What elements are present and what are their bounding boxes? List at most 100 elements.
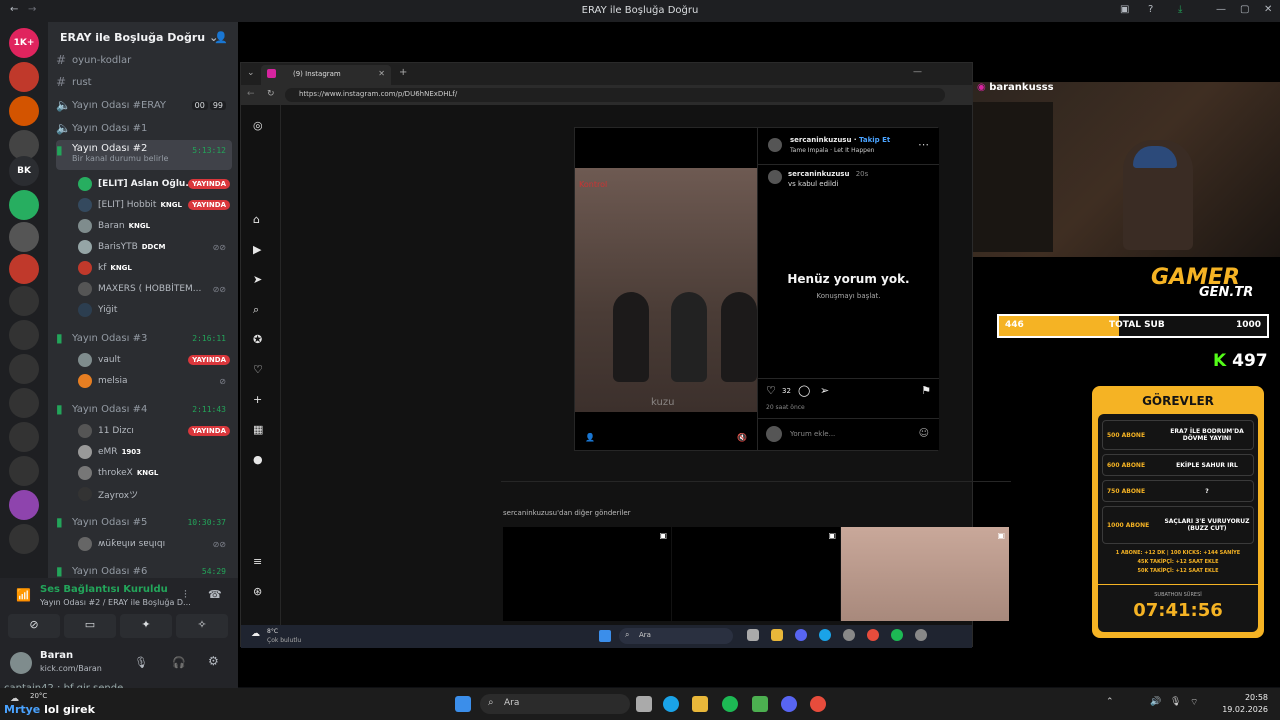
server-icon[interactable]: 1K+: [9, 28, 39, 58]
channel-yayin-4[interactable]: ▮ Yayın Odası #4 2:11:43: [56, 399, 232, 419]
mute-icon[interactable]: 🔇: [737, 433, 747, 442]
like-icon[interactable]: ♡: [766, 384, 776, 397]
server-folder-icon[interactable]: [9, 490, 39, 520]
folder-icon[interactable]: [771, 629, 783, 641]
screenshare-button[interactable]: ▭: [64, 614, 116, 638]
voice-room[interactable]: Yayın Odası #2 / ERAY ile Boşluğa D...: [40, 598, 191, 607]
clock-time[interactable]: 20:58: [1220, 693, 1268, 702]
voice-user[interactable]: eMR 1903: [78, 442, 230, 462]
server-icon[interactable]: [9, 96, 39, 126]
chevron-down-icon[interactable]: ⌄: [247, 68, 255, 78]
signal-icon[interactable]: 📶: [16, 588, 31, 602]
microphone-icon[interactable]: 🎙: [134, 656, 148, 669]
chrome-icon[interactable]: [867, 629, 879, 641]
server-folder-icon[interactable]: [9, 524, 39, 554]
close-tab-icon[interactable]: ✕: [378, 69, 385, 78]
maximize-icon[interactable]: ▢: [1240, 4, 1249, 15]
channel-yayin-1[interactable]: 🔈 Yayın Odası #1: [56, 118, 232, 138]
minimize-icon[interactable]: —: [1216, 4, 1226, 15]
avatar[interactable]: [10, 652, 32, 674]
voice-user[interactable]: melsia ⊘: [78, 371, 230, 391]
voice-user[interactable]: [ELIT] Aslan Oğlu... YAYINDA: [78, 174, 230, 194]
menu-icon[interactable]: ≡: [253, 555, 262, 568]
more-options-icon[interactable]: ⋯: [918, 138, 929, 151]
dashboard-icon[interactable]: ▦: [253, 423, 263, 436]
grid-post[interactable]: ▣: [503, 527, 671, 621]
guild-header[interactable]: ERAY ile Boşluğa Doğru ⌄ 👤: [48, 22, 238, 52]
reels-icon[interactable]: ▶: [253, 243, 261, 256]
wifi-icon[interactable]: ⌔: [1190, 697, 1198, 708]
channel-yayin-eray[interactable]: 🔈 Yayın Odası #ERAY 00 99: [56, 95, 232, 115]
comment-icon[interactable]: ◯: [798, 384, 810, 397]
follow-button[interactable]: Takip Et: [859, 136, 890, 144]
voice-user[interactable]: MAXERS ( HOBBİTEM... ⊘⊘: [78, 279, 230, 299]
search-box[interactable]: ⌕ Ara: [619, 628, 733, 644]
app-icon[interactable]: [915, 629, 927, 641]
browser-tab[interactable]: (9) Instagram ✕: [261, 65, 391, 85]
url-input[interactable]: https://www.instagram.com/p/DU6hNExDHLf/: [285, 88, 945, 102]
channel-rust[interactable]: # rust: [56, 72, 232, 92]
server-folder-icon[interactable]: [9, 320, 39, 350]
server-icon[interactable]: BK: [9, 156, 39, 186]
discord-icon[interactable]: [781, 696, 797, 712]
post-media[interactable]: Kontrol kuzu 👤 🔇: [575, 128, 757, 450]
create-icon[interactable]: +: [253, 393, 262, 406]
voice-user[interactable]: kf KNGL: [78, 258, 230, 278]
microphone-icon[interactable]: 🎙: [1170, 697, 1181, 707]
voice-user[interactable]: Yiğit: [78, 300, 230, 320]
windows-start-icon[interactable]: [455, 696, 471, 712]
app-icon[interactable]: [810, 696, 826, 712]
activities-button[interactable]: ✦: [120, 614, 172, 638]
new-tab-icon[interactable]: +: [399, 67, 407, 78]
messages-icon[interactable]: ➤: [253, 273, 262, 286]
channel-yayin-2[interactable]: ▮ Yayın Odası #2 Bir kanal durumu belirl…: [56, 140, 232, 170]
help-icon[interactable]: ?: [1148, 4, 1153, 15]
voice-user[interactable]: [ELIT] Hobbit KNGL YAYINDA: [78, 195, 230, 215]
notifications-icon[interactable]: ♡: [253, 363, 263, 376]
taskbar-search-box[interactable]: ⌕ Ara: [480, 694, 630, 714]
disconnect-icon[interactable]: ☎: [208, 588, 222, 601]
server-folder-icon[interactable]: [9, 354, 39, 384]
voice-user[interactable]: Baran KNGL: [78, 216, 230, 236]
inbox-icon[interactable]: ▣: [1120, 4, 1129, 15]
spotify-icon[interactable]: [722, 696, 738, 712]
app-icon[interactable]: [843, 629, 855, 641]
share-icon[interactable]: ➢: [820, 384, 829, 397]
grid-post[interactable]: ▣: [672, 527, 840, 621]
close-icon[interactable]: ✕: [1264, 4, 1272, 15]
search-icon[interactable]: ⌕: [253, 303, 259, 317]
channel-oyun-kodlar[interactable]: # oyun-kodlar: [56, 50, 232, 70]
back-arrow-icon[interactable]: ←: [247, 89, 255, 99]
chevron-up-icon[interactable]: ⌃: [1106, 697, 1114, 707]
taskview-icon[interactable]: [747, 629, 759, 641]
instagram-logo-icon[interactable]: ◎: [253, 119, 263, 132]
voice-user[interactable]: throkeX KNGL: [78, 463, 230, 483]
taskview-icon[interactable]: [636, 696, 652, 712]
channel-status[interactable]: Bir kanal durumu belirle: [72, 154, 168, 163]
clock-date[interactable]: 19.02.2026: [1220, 705, 1268, 714]
home-icon[interactable]: ⌂: [253, 213, 260, 226]
explore-icon[interactable]: ✪: [253, 333, 262, 346]
headphones-icon[interactable]: 🎧: [172, 656, 186, 669]
gear-icon[interactable]: ⚙: [208, 654, 219, 668]
server-icon[interactable]: [9, 254, 39, 284]
channel-yayin-3[interactable]: ▮ Yayın Odası #3 2:16:11: [56, 328, 232, 348]
server-icon[interactable]: [9, 62, 39, 92]
volume-icon[interactable]: 🔊: [1150, 697, 1161, 707]
add-user-icon[interactable]: 👤: [214, 31, 228, 44]
emoji-icon[interactable]: ☺: [919, 428, 929, 439]
windows-start-icon[interactable]: [599, 630, 611, 642]
bookmark-icon[interactable]: ⚑: [921, 384, 931, 397]
server-folder-icon[interactable]: [9, 456, 39, 486]
voice-user[interactable]: vault YAYINDA: [78, 350, 230, 370]
folder-icon[interactable]: [692, 696, 708, 712]
server-icon[interactable]: [9, 222, 39, 252]
server-folder-icon[interactable]: [9, 286, 39, 316]
threads-icon[interactable]: ⊛: [253, 585, 262, 598]
camera-button[interactable]: ⊘: [8, 614, 60, 638]
voice-user[interactable]: 11 Dizcı YAYINDA: [78, 421, 230, 441]
download-icon[interactable]: ⤓: [1178, 4, 1182, 15]
channel-yayin-5[interactable]: ▮ Yayın Odası #5 10:30:37: [56, 512, 232, 532]
voice-user[interactable]: BarisYTB DDCM ⊘⊘: [78, 237, 230, 257]
server-icon[interactable]: [9, 190, 39, 220]
